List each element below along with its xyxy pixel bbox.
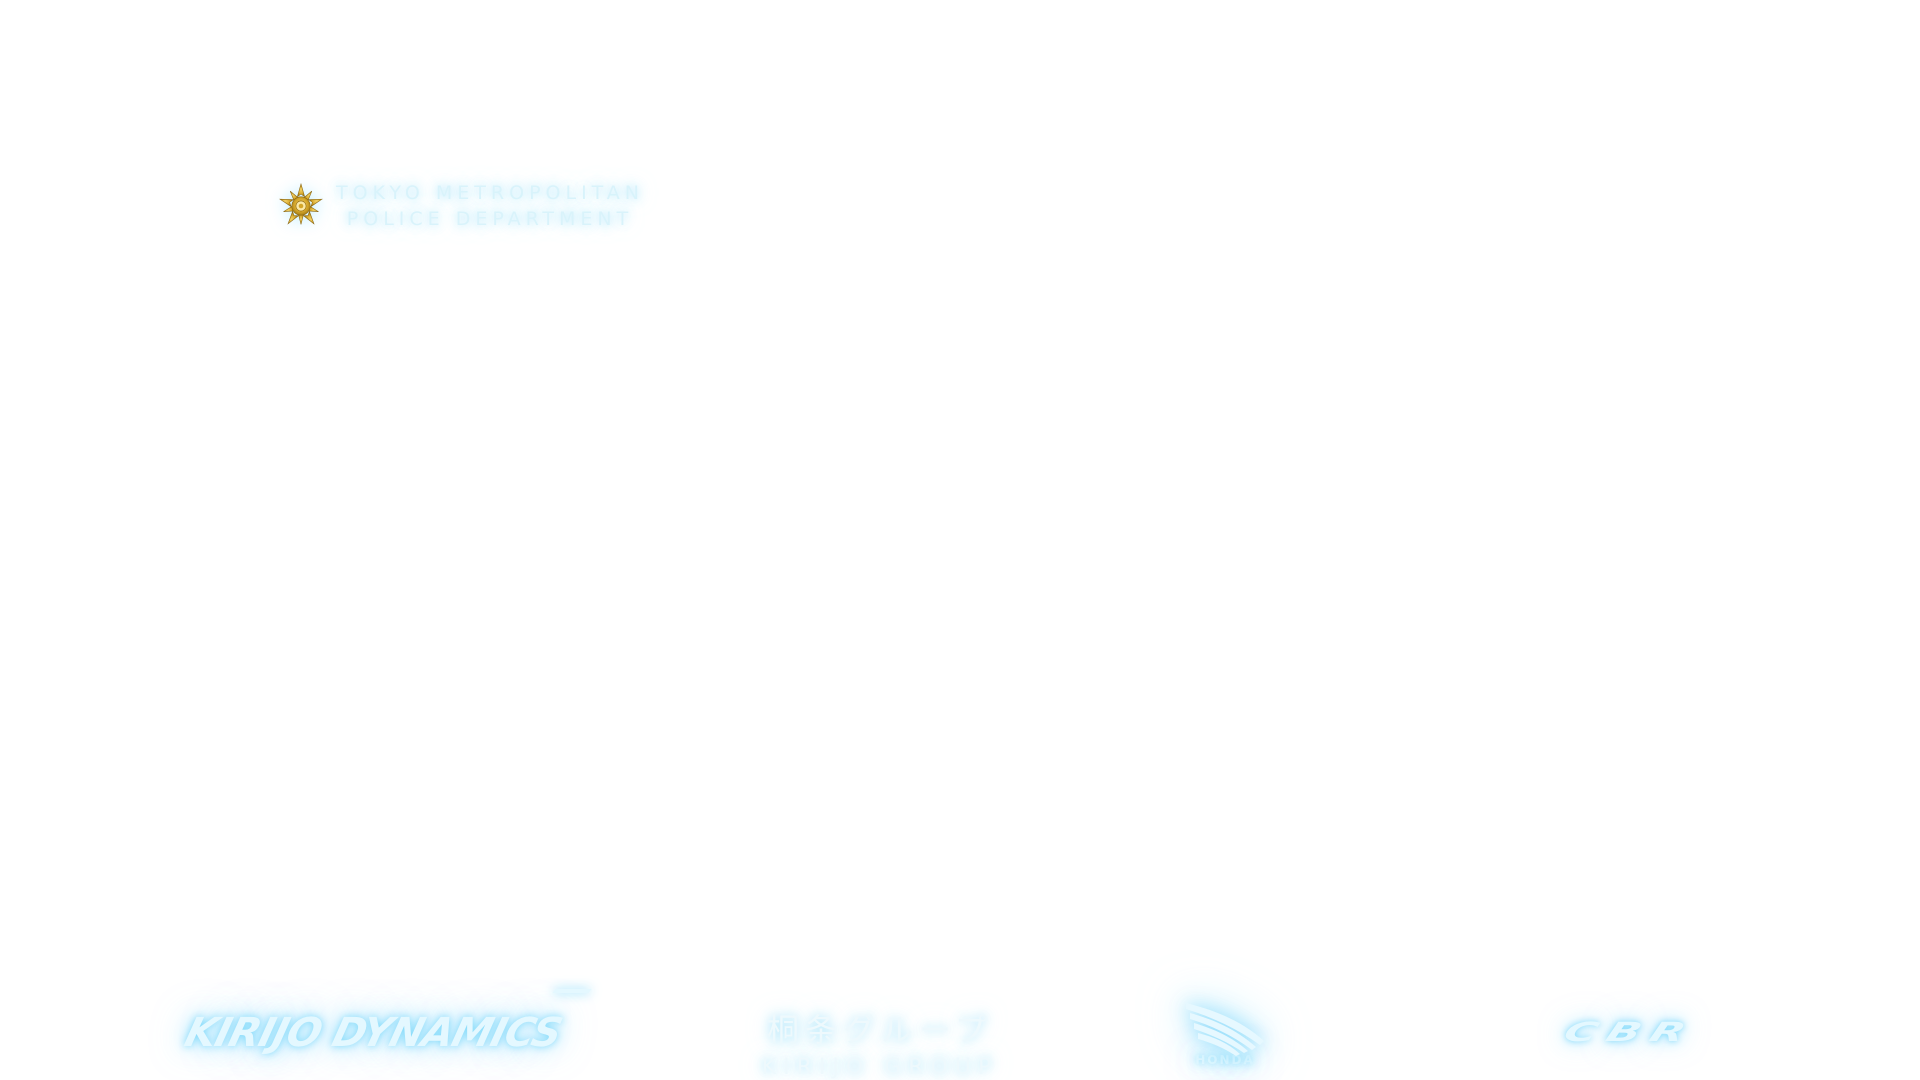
- police-star-emblem-icon: [279, 183, 323, 225]
- police-department-name: TOKYO METROPOLITAN POLICE DEPARTMENT: [336, 180, 644, 232]
- honda-wing-icon: [1186, 1002, 1264, 1056]
- kirijo-dynamics-wordmark: KIRIJO DYNAMICS: [180, 1009, 566, 1056]
- police-department-line1: TOKYO METROPOLITAN: [336, 182, 645, 204]
- splash-screen: TOKYO METROPOLITAN POLICE DEPARTMENT KIR…: [0, 0, 1920, 1080]
- cbr-logo: CBR: [1500, 985, 1760, 1080]
- kirijo-dynamics-accent: [552, 989, 592, 993]
- kirijo-dynamics-logo: KIRIJO DYNAMICS: [178, 985, 592, 1080]
- honda-logo: HONDA: [1170, 985, 1280, 1080]
- kirijo-group-english-name: KIRIJO GROUP: [761, 1055, 999, 1080]
- kirijo-group-japanese-name: 桐条グループ: [766, 1011, 994, 1049]
- cbr-wordmark: CBR: [1559, 1017, 1701, 1048]
- kirijo-group-logo: 桐条グループ KIRIJO GROUP: [755, 995, 1005, 1080]
- police-department-badge: TOKYO METROPOLITAN POLICE DEPARTMENT: [278, 180, 644, 232]
- police-department-line2: POLICE DEPARTMENT: [346, 208, 634, 230]
